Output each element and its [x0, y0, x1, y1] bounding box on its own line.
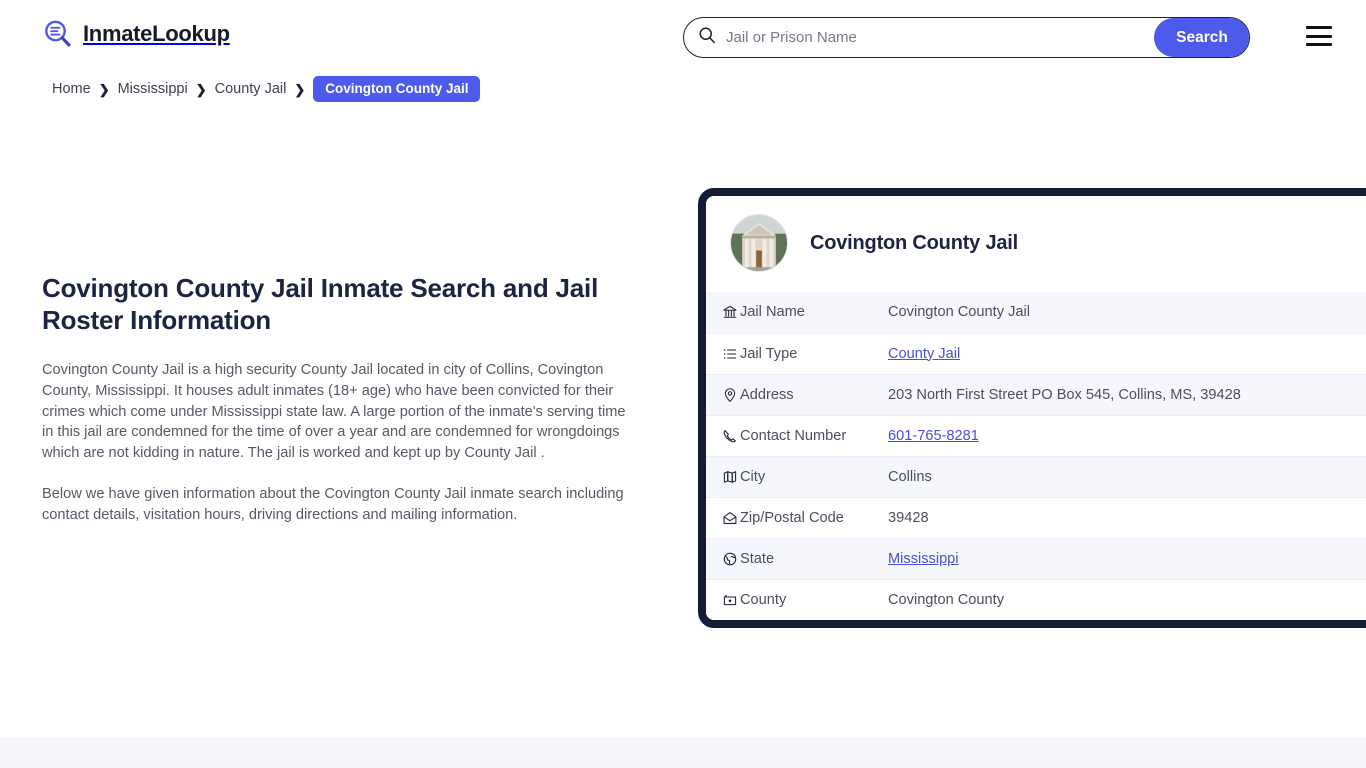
breadcrumb-item-mississippi[interactable]: Mississippi — [118, 81, 188, 97]
row-label: Contact Number — [740, 427, 847, 444]
list-icon — [706, 333, 740, 374]
chevron-right-icon-2: ❯ — [195, 81, 207, 97]
row-value: Mississippi — [888, 538, 1366, 579]
row-value: Covington County — [888, 591, 1005, 608]
row-value: Covington County Jail — [888, 304, 1030, 321]
table-row: Zip/Postal Code 39428 — [706, 497, 1366, 538]
jail-info-card-header: Covington County Jail — [706, 196, 1366, 292]
description-paragraph-1: Covington County Jail is a high security… — [42, 362, 626, 461]
main-content-column: Covington County Jail Inmate Search and … — [42, 272, 634, 525]
table-row: County Covington County — [706, 579, 1366, 620]
row-label: Address — [740, 386, 794, 403]
search-bar[interactable]: Search — [683, 17, 1250, 58]
search-icon — [684, 26, 716, 49]
search-button[interactable]: Search — [1154, 18, 1249, 57]
breadcrumb: Home ❯ Mississippi ❯ County Jail ❯ Covin… — [52, 76, 481, 102]
phone-link[interactable]: 601-765-8281 — [888, 428, 979, 444]
row-label: Zip/Postal Code — [740, 509, 844, 526]
hamburger-bar-1 — [1306, 26, 1332, 29]
hamburger-bar-3 — [1306, 43, 1332, 46]
chevron-right-icon-3: ❯ — [294, 81, 306, 97]
row-label: Jail Type — [740, 345, 798, 362]
page-title: Covington County Jail Inmate Search and … — [42, 273, 599, 336]
site-header: InmateLookup Search — [0, 0, 1366, 74]
jail-info-card: Covington County Jail Jail Name Covingto… — [698, 188, 1366, 628]
row-value: 601-765-8281 — [888, 415, 1366, 456]
jail-type-link[interactable]: County Jail — [888, 346, 960, 362]
hamburger-menu-icon[interactable] — [1306, 26, 1332, 46]
table-row: Jail Type County Jail — [706, 333, 1366, 374]
brand-logo-link[interactable]: InmateLookup — [42, 18, 230, 50]
row-value: Collins — [888, 468, 932, 485]
courthouse-photo — [730, 214, 788, 272]
globe-icon — [706, 538, 740, 579]
row-label: Jail Name — [740, 304, 805, 321]
row-value: 39428 — [888, 509, 929, 526]
map-icon — [706, 456, 740, 497]
row-label: City — [740, 468, 766, 485]
footer-band — [0, 737, 1366, 768]
phone-icon — [706, 415, 740, 456]
table-row: Jail Name Covington County Jail — [706, 292, 1366, 333]
table-row: State Mississippi — [706, 538, 1366, 579]
page-root: InmateLookup Search Home ❯ Mississippi ❯… — [0, 0, 1366, 768]
hamburger-bar-2 — [1306, 34, 1332, 38]
bank-icon — [706, 292, 740, 333]
brand-name: InmateLookup — [83, 21, 230, 46]
table-row: Contact Number 601-765-8281 — [706, 415, 1366, 456]
magnifier-list-icon — [42, 18, 74, 50]
breadcrumb-item-current: Covington County Jail — [313, 76, 481, 102]
chevron-right-icon-1: ❯ — [98, 81, 110, 97]
envelope-icon — [706, 497, 740, 538]
breadcrumb-item-home[interactable]: Home — [52, 81, 91, 97]
table-row: City Collins — [706, 456, 1366, 497]
row-label: County — [740, 591, 787, 608]
breadcrumb-item-county-jail[interactable]: County Jail — [215, 81, 287, 97]
state-link[interactable]: Mississippi — [888, 551, 959, 567]
county-pin-icon — [706, 579, 740, 620]
map-pin-icon — [706, 374, 740, 415]
search-input[interactable] — [716, 18, 1154, 57]
row-label: State — [740, 550, 775, 567]
description-paragraph-2: Below we have given information about th… — [42, 486, 624, 523]
row-value: County Jail — [888, 333, 1366, 374]
table-row: Address 203 North First Street PO Box 54… — [706, 374, 1366, 415]
jail-card-title: Covington County Jail — [810, 231, 1019, 254]
jail-info-table: Jail Name Covington County Jail Jail Typ… — [706, 292, 1366, 620]
row-value: 203 North First Street PO Box 545, Colli… — [888, 386, 1241, 403]
